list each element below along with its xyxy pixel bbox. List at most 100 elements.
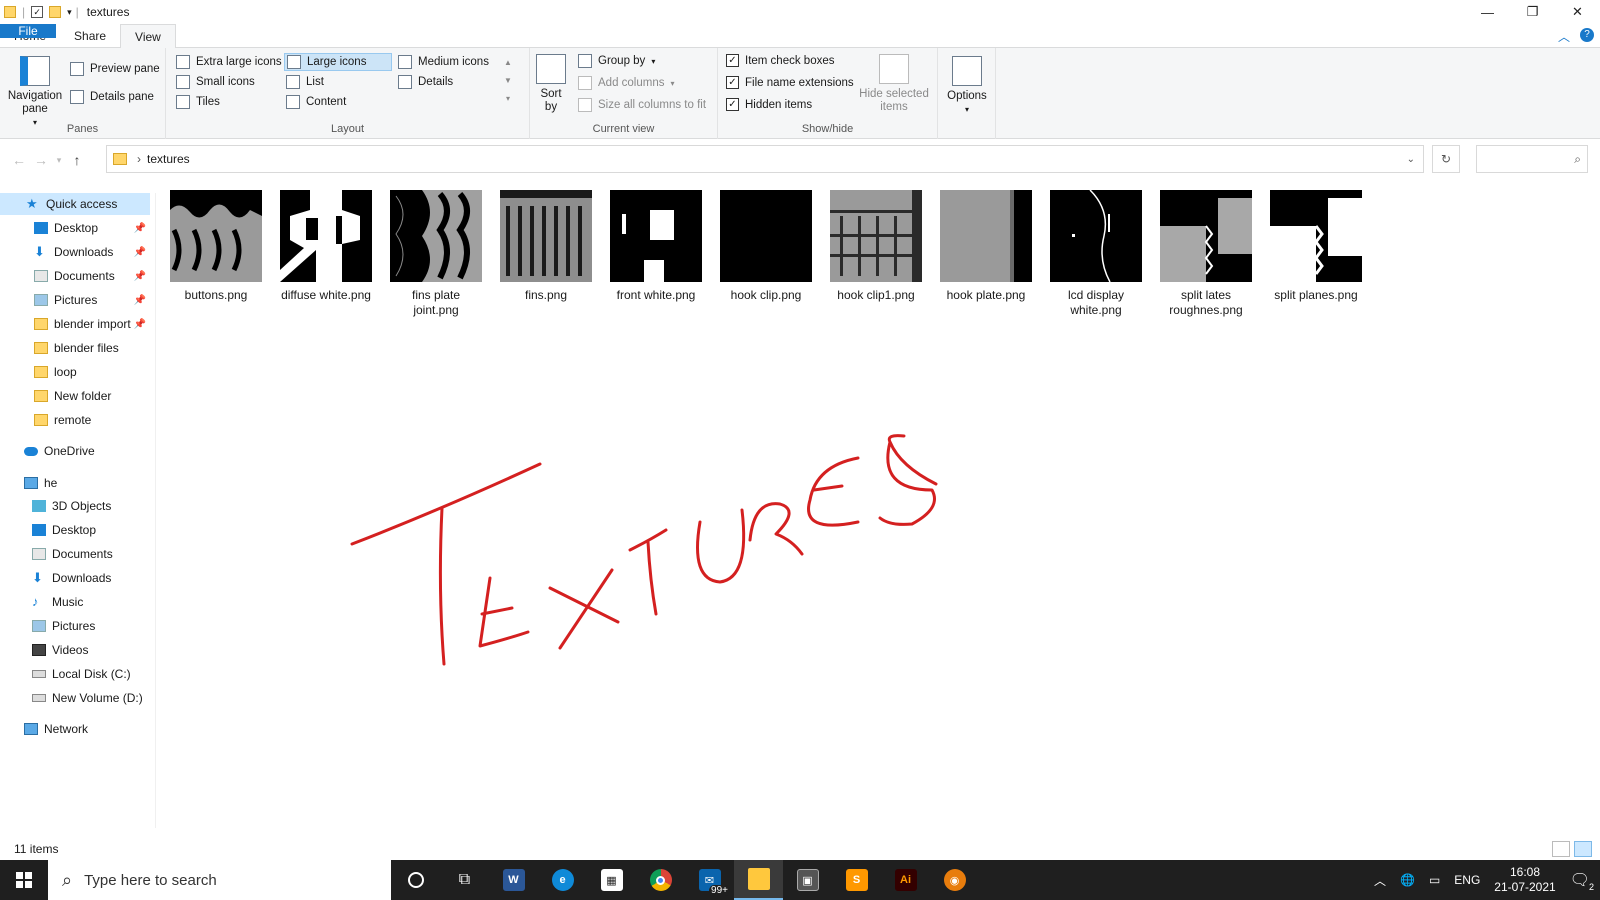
- navigation-pane-button[interactable]: Navigation pane ▾: [6, 56, 64, 129]
- layout-option-tiles[interactable]: Tiles: [176, 95, 220, 109]
- nav-item-videos[interactable]: Videos: [0, 639, 150, 661]
- collapse-ribbon-icon[interactable]: ︿: [1558, 28, 1570, 45]
- nav-item-desktop[interactable]: Desktop 📌: [0, 217, 150, 239]
- nav-item-loop[interactable]: loop: [0, 361, 150, 383]
- layout-option-large-icons[interactable]: Large icons: [284, 53, 392, 71]
- file-item[interactable]: split planes.png: [1264, 190, 1368, 303]
- nav-item-new-volume-d[interactable]: New Volume (D:): [0, 687, 150, 709]
- cortana-button[interactable]: [391, 860, 440, 900]
- show-hidden-icons-chevron-icon[interactable]: ︿: [1374, 872, 1386, 889]
- layout-option-medium-icons[interactable]: Medium icons: [398, 55, 489, 69]
- breadcrumb-chevron-icon[interactable]: ›: [137, 152, 141, 166]
- start-button[interactable]: [0, 860, 48, 900]
- file-item[interactable]: fins.png: [494, 190, 598, 303]
- layout-option-content[interactable]: Content: [286, 95, 346, 109]
- help-icon[interactable]: ?: [1580, 28, 1594, 42]
- nav-quick-access[interactable]: ★ Quick access: [0, 193, 150, 215]
- pin-icon[interactable]: 📌: [134, 247, 146, 258]
- notifications-icon[interactable]: 🗨 2: [1570, 870, 1594, 892]
- restore-button[interactable]: ❐: [1510, 0, 1555, 24]
- file-name-extensions-toggle[interactable]: ✓ File name extensions: [726, 76, 854, 89]
- nav-item-blender-files[interactable]: blender files: [0, 337, 150, 359]
- file-item[interactable]: buttons.png: [164, 190, 268, 303]
- tab-view[interactable]: View: [120, 24, 176, 49]
- battery-icon[interactable]: ▭: [1429, 873, 1440, 887]
- nav-network[interactable]: Network: [0, 718, 150, 740]
- nav-item-desktop[interactable]: Desktop: [0, 519, 150, 541]
- back-arrow-icon[interactable]: ←: [8, 152, 30, 168]
- taskbar-edge[interactable]: e: [538, 860, 587, 900]
- nav-item-downloads[interactable]: ⬇ Downloads 📌: [0, 241, 150, 263]
- tab-share[interactable]: Share: [60, 24, 120, 47]
- address-dropdown-icon[interactable]: ⌄: [1407, 154, 1415, 165]
- nav-onedrive[interactable]: OneDrive: [0, 440, 150, 462]
- taskbar-illustrator[interactable]: Ai: [881, 860, 930, 900]
- file-item[interactable]: hook plate.png: [934, 190, 1038, 303]
- file-item[interactable]: front white.png: [604, 190, 708, 303]
- nav-item-blender-import[interactable]: blender import 📌: [0, 313, 150, 335]
- layout-option-list[interactable]: List: [286, 75, 324, 89]
- layout-option-extra-large-icons[interactable]: Extra large icons: [176, 55, 282, 69]
- folder-icon[interactable]: [4, 6, 16, 18]
- nav-item-3d-objects[interactable]: 3D Objects: [0, 495, 150, 517]
- large-icons-view-toggle[interactable]: [1574, 841, 1592, 857]
- taskbar-sublime[interactable]: S: [832, 860, 881, 900]
- pin-icon[interactable]: 📌: [134, 223, 146, 234]
- taskbar-file-explorer[interactable]: [734, 860, 783, 900]
- task-view-button[interactable]: ⧉: [440, 860, 489, 900]
- pin-icon[interactable]: 📌: [134, 271, 146, 282]
- hidden-items-toggle[interactable]: ✓ Hidden items: [726, 98, 812, 111]
- new-folder-icon[interactable]: [49, 6, 62, 18]
- address-bar[interactable]: › textures ⌄: [106, 145, 1424, 173]
- nav-item-local-disk-c[interactable]: Local Disk (C:): [0, 663, 150, 685]
- size-all-columns-button[interactable]: Size all columns to fit: [578, 98, 706, 112]
- taskbar-store[interactable]: ▦: [587, 860, 636, 900]
- taskbar-blender[interactable]: ◉: [930, 860, 979, 900]
- pin-icon[interactable]: 📌: [134, 295, 146, 306]
- nav-item-pictures[interactable]: Pictures: [0, 615, 150, 637]
- taskbar-mail[interactable]: ✉ 99+: [685, 860, 734, 900]
- nav-item-documents[interactable]: Documents: [0, 543, 150, 565]
- group-by-button[interactable]: Group by ▾: [578, 54, 655, 68]
- nav-item-downloads[interactable]: ⬇ Downloads: [0, 567, 150, 589]
- breadcrumb-current[interactable]: textures: [147, 152, 190, 166]
- language-indicator[interactable]: ENG: [1454, 873, 1480, 887]
- customize-toolbar-icon[interactable]: ▾: [67, 7, 72, 18]
- taskbar-word[interactable]: W: [489, 860, 538, 900]
- clock[interactable]: 16:08 21-07-2021: [1494, 865, 1555, 895]
- preview-pane-button[interactable]: Preview pane: [70, 62, 160, 76]
- layout-option-details[interactable]: Details: [398, 75, 453, 89]
- nav-item-documents[interactable]: Documents 📌: [0, 265, 150, 287]
- details-view-toggle[interactable]: [1552, 841, 1570, 857]
- forward-arrow-icon[interactable]: →: [30, 152, 52, 168]
- taskbar-search-box[interactable]: ⌕ Type here to search: [48, 860, 391, 900]
- file-item[interactable]: hook clip.png: [714, 190, 818, 303]
- layout-option-small-icons[interactable]: Small icons: [176, 75, 255, 89]
- nav-item-new-folder[interactable]: New folder: [0, 385, 150, 407]
- add-columns-button[interactable]: Add columns ▾: [578, 76, 675, 90]
- minimize-button[interactable]: —: [1465, 0, 1510, 24]
- details-pane-button[interactable]: Details pane: [70, 90, 154, 104]
- taskbar-app-utility[interactable]: ▣: [783, 860, 832, 900]
- pin-icon[interactable]: 📌: [134, 319, 146, 330]
- file-item[interactable]: split lates roughnes.png: [1154, 190, 1258, 318]
- network-globe-icon[interactable]: 🌐: [1400, 873, 1415, 887]
- file-item[interactable]: fins plate joint.png: [384, 190, 488, 318]
- up-arrow-icon[interactable]: ↑: [66, 152, 88, 168]
- taskbar-chrome[interactable]: [636, 860, 685, 900]
- file-item[interactable]: lcd display white.png: [1044, 190, 1148, 318]
- properties-icon[interactable]: ✓: [31, 6, 44, 18]
- item-check-boxes-toggle[interactable]: ✓ Item check boxes: [726, 54, 834, 67]
- file-item[interactable]: diffuse white.png: [274, 190, 378, 303]
- nav-item-music[interactable]: ♪ Music: [0, 591, 150, 613]
- sort-by-button[interactable]: Sort by: [536, 54, 566, 114]
- refresh-button[interactable]: ↻: [1432, 145, 1460, 173]
- close-button[interactable]: ✕: [1555, 0, 1600, 24]
- nav-this-pc[interactable]: he: [0, 472, 150, 494]
- tab-file[interactable]: File: [0, 24, 56, 38]
- layout-scroll[interactable]: ▲ ▼ ▾: [504, 54, 512, 108]
- nav-item-remote[interactable]: remote: [0, 409, 150, 431]
- nav-item-pictures[interactable]: Pictures 📌: [0, 289, 150, 311]
- file-item[interactable]: hook clip1.png: [824, 190, 928, 303]
- recent-locations-icon[interactable]: ▾: [52, 155, 66, 166]
